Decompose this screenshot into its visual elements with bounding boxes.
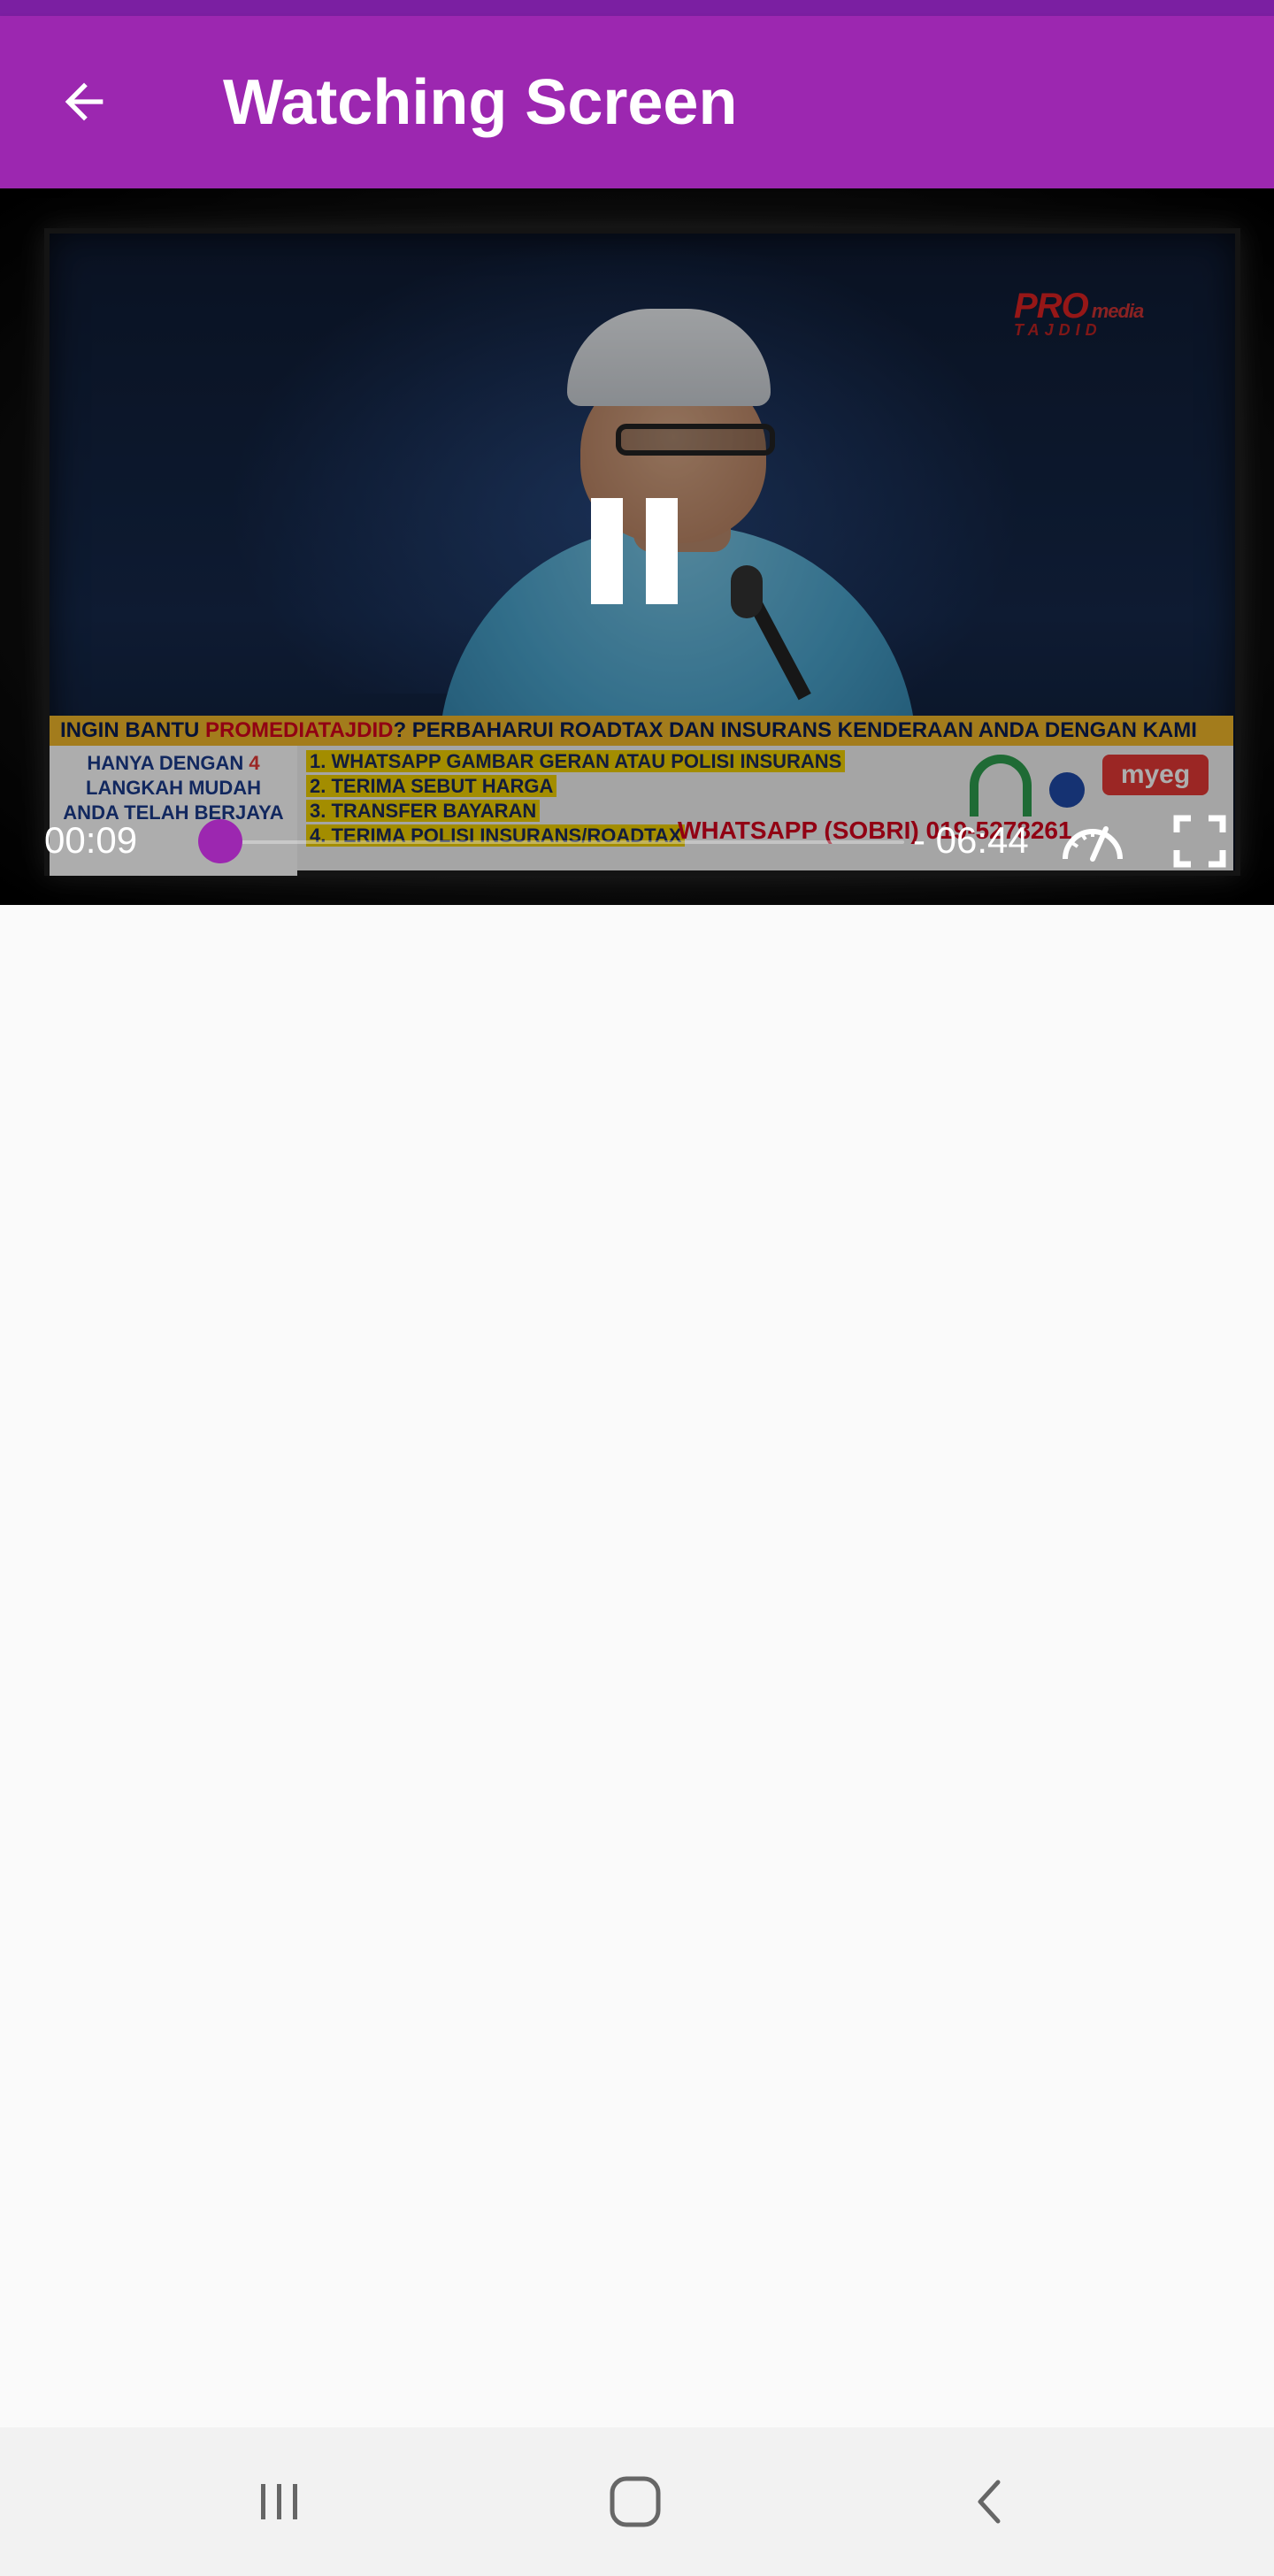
- page-title: Watching Screen: [223, 67, 738, 138]
- seek-thumb[interactable]: [198, 819, 243, 863]
- playback-controls: 00:09 - 06:44: [0, 799, 1274, 887]
- arrow-back-icon: [65, 82, 104, 121]
- time-remaining: - 06:44: [913, 819, 1029, 861]
- fullscreen-button[interactable]: [1173, 815, 1226, 868]
- app-bar: Watching Screen: [0, 16, 1274, 188]
- seek-bar[interactable]: [198, 819, 904, 863]
- recent-apps-button[interactable]: [235, 2457, 324, 2546]
- home-button[interactable]: [591, 2457, 679, 2546]
- nav-back-icon: [978, 2480, 1001, 2524]
- playback-speed-button[interactable]: [1060, 816, 1125, 864]
- status-bar: [0, 0, 1274, 16]
- nav-back-button[interactable]: [947, 2457, 1035, 2546]
- time-elapsed: 00:09: [44, 819, 138, 861]
- back-button[interactable]: [35, 53, 133, 150]
- playback-speed-icon: [1063, 826, 1123, 862]
- video-player[interactable]: PRO media TAJDID INGIN BANTU PROMEDIATAJD…: [0, 188, 1274, 905]
- fullscreen-icon: [1173, 815, 1226, 868]
- recent-apps-icon: [261, 2484, 297, 2519]
- pause-button[interactable]: [584, 489, 690, 606]
- content-area: [0, 905, 1274, 2426]
- home-icon: [610, 2476, 661, 2527]
- system-nav-bar: [0, 2427, 1274, 2576]
